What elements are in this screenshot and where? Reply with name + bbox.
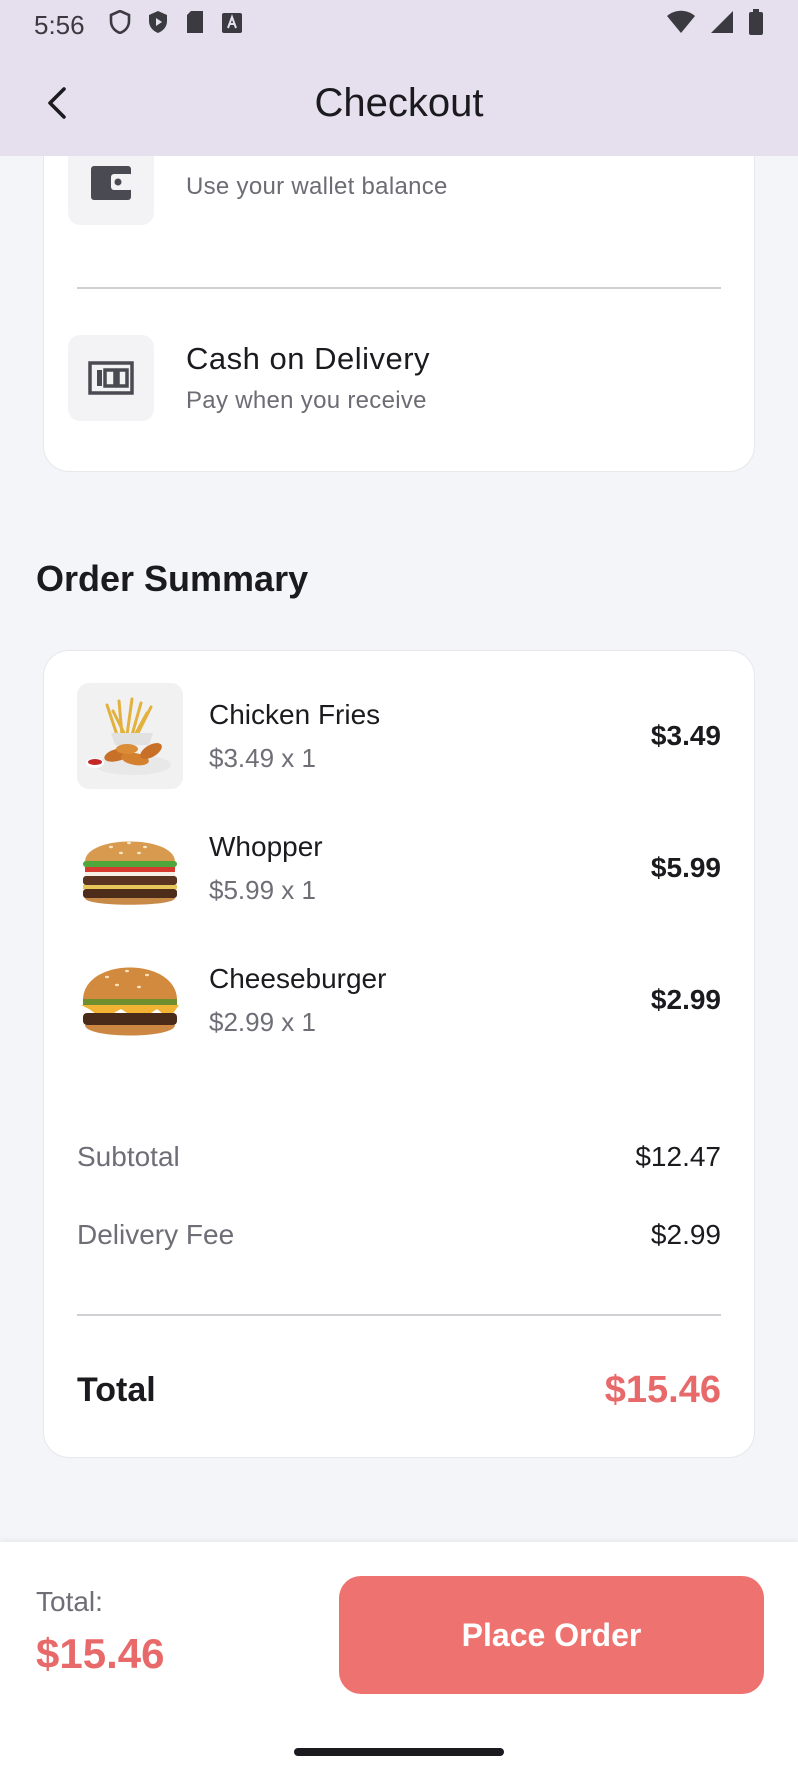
status-time: 5:56 xyxy=(34,9,85,40)
cheeseburger-image xyxy=(77,947,183,1053)
payment-option-subtitle: Use your wallet balance xyxy=(186,173,448,200)
wifi-icon xyxy=(666,10,696,41)
signal-icon xyxy=(710,10,734,41)
play-protect-icon xyxy=(147,10,169,41)
status-left: 5:56 xyxy=(34,9,243,41)
item-price: $5.99 xyxy=(650,852,721,883)
chicken-fries-image xyxy=(77,683,183,789)
item-name: Chicken Fries xyxy=(209,698,381,730)
subtotal-label: Subtotal xyxy=(77,1141,180,1172)
item-qty: $2.99 x 1 xyxy=(209,1006,316,1037)
summary-divider xyxy=(77,1314,721,1316)
item-qty: $3.49 x 1 xyxy=(209,742,316,773)
wallet-icon xyxy=(91,166,133,200)
item-qty: $5.99 x 1 xyxy=(209,874,316,905)
sd-card-icon xyxy=(185,10,205,41)
payment-divider xyxy=(77,287,721,289)
wallet-icon-box xyxy=(68,156,154,225)
total-row: Total $15.46 xyxy=(77,1369,721,1412)
battery-icon xyxy=(748,8,764,42)
payment-option-subtitle: Pay when you receive xyxy=(186,387,427,414)
status-bar: 5:56 xyxy=(0,0,798,50)
total-value: $15.46 xyxy=(604,1369,721,1411)
payment-option-wallet[interactable]: Use your wallet balance xyxy=(68,156,730,225)
order-item: Cheeseburger $2.99 x 1 $2.99 xyxy=(77,947,721,1053)
whopper-image xyxy=(77,815,183,921)
cash-icon xyxy=(88,361,134,395)
text-a-icon xyxy=(221,10,243,41)
item-name: Cheeseburger xyxy=(209,962,387,994)
total-label: Total xyxy=(77,1371,156,1409)
bottom-checkout-bar: Total: $15.46 Place Order xyxy=(0,1542,798,1772)
order-item: Whopper $5.99 x 1 $5.99 xyxy=(77,815,721,921)
order-summary-card: Chicken Fries $3.49 x 1 $3.49 Whopper $5… xyxy=(43,650,755,1458)
delivery-fee-label: Delivery Fee xyxy=(77,1219,235,1250)
item-price: $3.49 xyxy=(650,720,721,751)
payment-option-title: Cash on Delivery xyxy=(186,341,431,376)
item-name: Whopper xyxy=(209,830,323,862)
bottom-total-label: Total: xyxy=(36,1586,103,1617)
delivery-fee-value: $2.99 xyxy=(650,1219,721,1250)
arrow-back-icon xyxy=(48,87,66,119)
subtotal-row: Subtotal $12.47 xyxy=(77,1141,721,1173)
item-price: $2.99 xyxy=(650,984,721,1015)
home-indicator[interactable] xyxy=(294,1748,504,1756)
shield-icon xyxy=(109,9,131,41)
status-right xyxy=(666,8,764,42)
order-item: Chicken Fries $3.49 x 1 $3.49 xyxy=(77,683,721,789)
payment-method-card: Use your wallet balance Cash on Delivery… xyxy=(43,156,755,472)
order-summary-heading: Order Summary xyxy=(36,558,309,599)
page-title: Checkout xyxy=(314,80,484,125)
status-icons-left xyxy=(109,9,243,41)
bottom-total-value: $15.46 xyxy=(36,1630,165,1677)
checkout-scroll-area[interactable]: Use your wallet balance Cash on Delivery… xyxy=(0,156,798,1542)
payment-option-cash[interactable]: Cash on Delivery Pay when you receive xyxy=(68,335,730,421)
app-bar: Checkout xyxy=(0,50,798,156)
delivery-fee-row: Delivery Fee $2.99 xyxy=(77,1219,721,1251)
back-button[interactable] xyxy=(30,76,84,130)
cash-icon-box xyxy=(68,335,154,421)
subtotal-value: $12.47 xyxy=(635,1141,721,1172)
place-order-button[interactable]: Place Order xyxy=(339,1576,764,1694)
